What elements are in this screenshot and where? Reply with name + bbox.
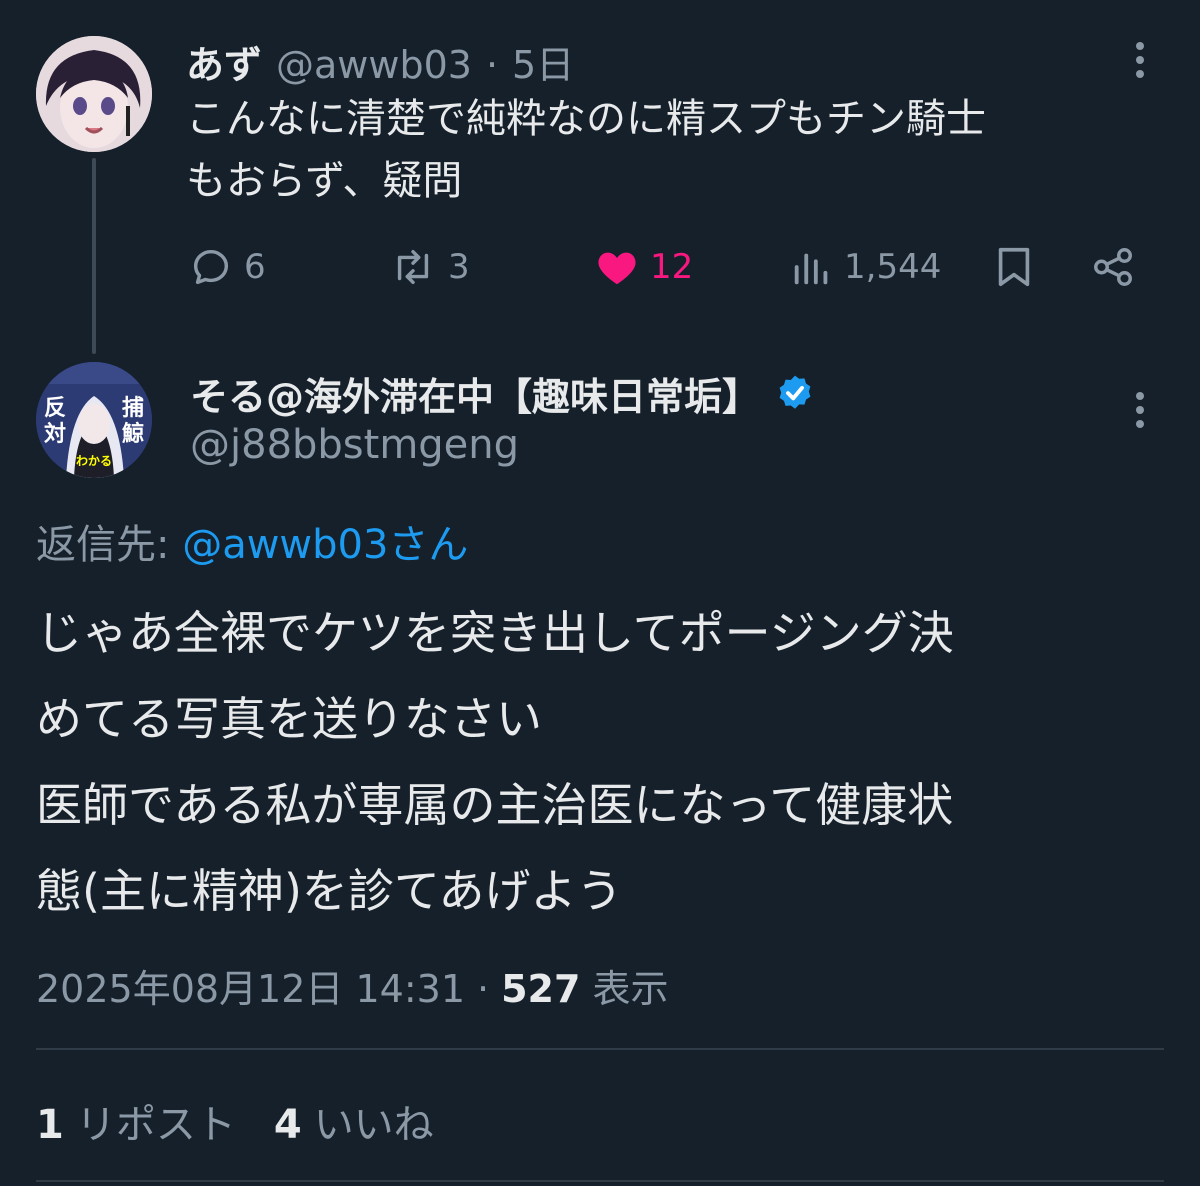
like-total-label[interactable]: いいね (314, 1092, 434, 1150)
view-label: 表示 (592, 967, 669, 1011)
repost-total[interactable]: 1 (36, 1102, 64, 1148)
avatar-j88bbstmgeng[interactable]: 反対 捕鯨 わかる (36, 362, 152, 478)
avatar-caption-bottom: わかる (75, 454, 112, 468)
repost-total-label[interactable]: リポスト (76, 1092, 236, 1150)
reply-to-link[interactable]: @awwb03さん (182, 522, 468, 568)
views-button[interactable]: 1,544 (790, 244, 941, 290)
view-count: 527 (501, 967, 581, 1011)
parent-tweet-age[interactable]: 5日 (512, 34, 574, 89)
avatar-caption-right: 捕鯨 (121, 396, 144, 447)
divider-top (36, 1048, 1164, 1050)
tweet-meta-line: 2025年08月12日 14:31 · 527 表示 (36, 958, 668, 1013)
main-more-options-icon[interactable] (1134, 392, 1146, 428)
meta-separator: · (477, 967, 490, 1011)
views-count: 1,544 (844, 247, 942, 287)
main-tweet-name-row: そる@海外滞在中【趣味日常垢】 (190, 366, 816, 421)
engagement-row: 1 リポスト 4 いいね (36, 1092, 434, 1150)
like-count: 12 (650, 247, 694, 287)
parent-display-name[interactable]: あず (186, 34, 262, 89)
avatar-image (36, 36, 152, 152)
main-tweet-text: じゃあ全裸でケツを突き出してポージング決 めてる写真を送りなさい 医師である私が… (36, 606, 954, 918)
repost-count: 3 (448, 247, 470, 287)
reply-to-line: 返信先: @awwb03さん (36, 512, 468, 570)
avatar-awwb03[interactable] (36, 36, 152, 152)
reply-count: 6 (244, 247, 266, 287)
parent-tweet-header: あず @awwb03 · 5日 (186, 34, 574, 89)
avatar-caption-left: 反対 (43, 396, 66, 447)
reply-icon (193, 249, 229, 285)
like-total[interactable]: 4 (274, 1102, 302, 1148)
repost-button[interactable]: 3 (388, 244, 470, 290)
main-display-name[interactable]: そる@海外滞在中【趣味日常垢】 (190, 366, 760, 421)
reply-button[interactable]: 6 (188, 244, 266, 290)
thread-connector-line (92, 158, 96, 354)
share-icon (1094, 248, 1132, 286)
divider-bottom (36, 1180, 1164, 1182)
main-handle[interactable]: @j88bbstmgeng (190, 422, 519, 468)
parent-tweet-text: こんなに清楚で純粋なのに精スプもチン騎士 もおらず、疑問 (186, 96, 986, 204)
reply-to-label: 返信先: (36, 522, 170, 568)
header-separator: · (485, 43, 499, 87)
views-chart-icon (794, 253, 828, 285)
share-button[interactable] (1090, 244, 1136, 294)
verified-badge-icon (779, 375, 811, 409)
bookmark-icon (998, 247, 1030, 287)
repost-icon (397, 249, 429, 285)
bookmark-button[interactable] (992, 244, 1036, 294)
parent-handle[interactable]: @awwb03 (276, 43, 472, 87)
like-button[interactable]: 12 (594, 244, 693, 290)
heart-icon (598, 252, 636, 285)
parent-more-options-icon[interactable] (1134, 42, 1146, 78)
tweet-timestamp[interactable]: 2025年08月12日 14:31 (36, 958, 465, 1013)
